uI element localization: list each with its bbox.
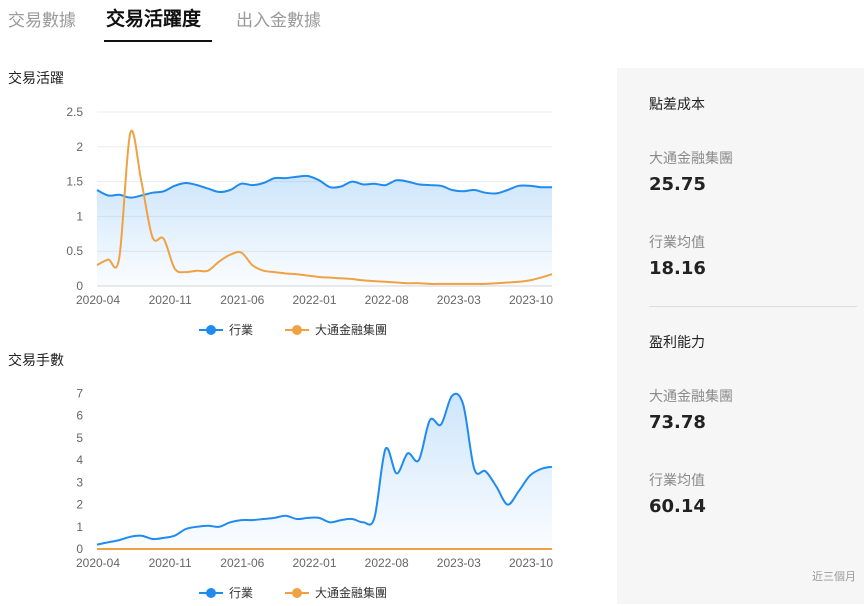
profit-company-label: 大通金融集團 <box>649 389 733 405</box>
tab-deposit-withdrawal[interactable]: 出入金數據 <box>236 6 321 31</box>
x-tick-label: 2021-06 <box>220 293 264 307</box>
x-tick-label: 2022-01 <box>292 293 336 307</box>
y-tick-label: 1 <box>76 209 83 223</box>
chart2-title: 交易手數 <box>8 353 64 369</box>
x-tick-label: 2023-03 <box>437 293 481 307</box>
x-tick-label: 2021-06 <box>220 556 264 570</box>
legend-label: 行業 <box>229 323 253 337</box>
x-tick-label: 2022-08 <box>365 556 409 570</box>
y-tick-label: 2 <box>76 140 83 154</box>
y-tick-label: 3 <box>76 475 83 489</box>
volume-chart: 0 1 2 3 4 5 6 7 2020-04 2020-11 2021-06 2022-01 2022… <box>76 386 553 600</box>
legend-label: 行業 <box>229 586 253 600</box>
panel-divider <box>649 306 857 307</box>
y-tick-label: 2 <box>76 498 83 512</box>
spread-company-value: 25.75 <box>649 174 706 195</box>
y-tick-label: 0 <box>76 542 83 556</box>
y-tick-label: 4 <box>76 453 83 467</box>
y-tick-label: 1.5 <box>66 175 83 189</box>
y-tick-label: 6 <box>76 409 83 423</box>
active-tab-indicator <box>104 40 212 42</box>
spread-industry-value: 18.16 <box>649 258 706 279</box>
y-tick-label: 7 <box>76 386 83 400</box>
profit-industry-value: 60.14 <box>649 496 706 517</box>
legend-swatch-dot <box>292 588 302 598</box>
legend-swatch-dot <box>206 588 216 598</box>
x-tick-label: 2022-08 <box>365 293 409 307</box>
y-tick-label: 2.5 <box>66 105 83 119</box>
x-tick-label: 2020-11 <box>149 556 192 570</box>
x-tick-label: 2020-04 <box>76 293 120 307</box>
period-footnote: 近三個月 <box>812 570 856 583</box>
spread-industry-label: 行業均值 <box>649 235 705 251</box>
metrics-panel: 點差成本 大通金融集團 25.75 行業均值 18.16 盈利能力 大通金融集團… <box>617 68 864 604</box>
profitability-heading: 盈利能力 <box>649 335 705 351</box>
x-tick-label: 2022-01 <box>292 556 336 570</box>
x-tick-label: 2020-11 <box>149 293 192 307</box>
legend-swatch-dot <box>206 325 216 335</box>
tab-trading-data[interactable]: 交易數據 <box>8 6 76 31</box>
activity-chart: 0 0.5 1 1.5 2 2.5 2020-04 2020-11 2021-06 2022-01… <box>66 105 553 337</box>
legend-label: 大通金融集團 <box>315 585 387 600</box>
y-tick-label: 0 <box>76 279 83 293</box>
profit-company-value: 73.78 <box>649 412 706 433</box>
profit-industry-label: 行業均值 <box>649 473 705 489</box>
tab-trading-activity[interactable]: 交易活躍度 <box>106 4 201 31</box>
x-tick-label: 2023-10 <box>509 556 553 570</box>
x-tick-label: 2023-03 <box>437 556 481 570</box>
y-tick-label: 1 <box>76 520 83 534</box>
y-tick-label: 5 <box>76 431 83 445</box>
legend-swatch-dot <box>292 325 302 335</box>
x-tick-label: 2020-04 <box>76 556 120 570</box>
spread-cost-heading: 點差成本 <box>649 97 705 113</box>
spread-company-label: 大通金融集團 <box>649 151 733 167</box>
legend-label: 大通金融集團 <box>315 322 387 337</box>
chart1-title: 交易活躍 <box>8 71 64 87</box>
y-tick-label: 0.5 <box>66 244 83 258</box>
tab-bar: 交易數據 交易活躍度 出入金數據 <box>0 0 600 44</box>
x-tick-label: 2023-10 <box>509 293 553 307</box>
